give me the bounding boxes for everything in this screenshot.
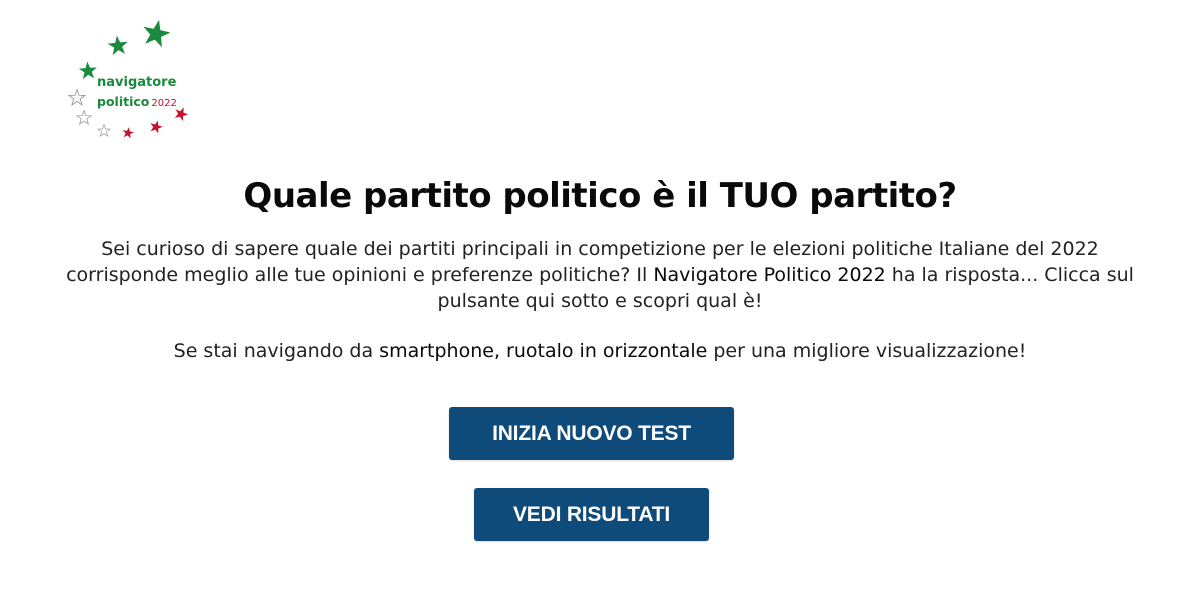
rotate-hint: Se stai navigando da smartphone, ruotalo… xyxy=(0,338,1200,364)
logo-year: 2022 xyxy=(151,98,177,109)
view-results-button[interactable]: VEDI RISULTATI xyxy=(474,488,709,541)
logo-line-1: navigatore xyxy=(97,75,177,90)
intro-brand: Navigatore Politico 2022 xyxy=(653,264,886,286)
logo-line-2: politico 2022 xyxy=(97,94,177,109)
start-new-test-button[interactable]: INIZIA NUOVO TEST xyxy=(449,407,734,460)
hint-text-1: Se stai navigando da xyxy=(173,340,380,362)
page: navigatore politico 2022 Quale partito po… xyxy=(0,0,1200,603)
navigatore-politico-logo[interactable]: navigatore politico 2022 xyxy=(60,14,200,144)
hint-smartphone: smartphone xyxy=(379,340,494,362)
intro-paragraph: Sei curioso di sapere quale dei partiti … xyxy=(50,236,1150,314)
page-title: Quale partito politico è il TUO partito? xyxy=(243,176,957,216)
hint-comma: , xyxy=(493,340,507,362)
hint-text-2: per una migliore visualizzazione! xyxy=(707,340,1027,362)
hint-rotate: ruotalo in orizzontale xyxy=(506,340,708,362)
logo-politico: politico xyxy=(97,94,150,109)
